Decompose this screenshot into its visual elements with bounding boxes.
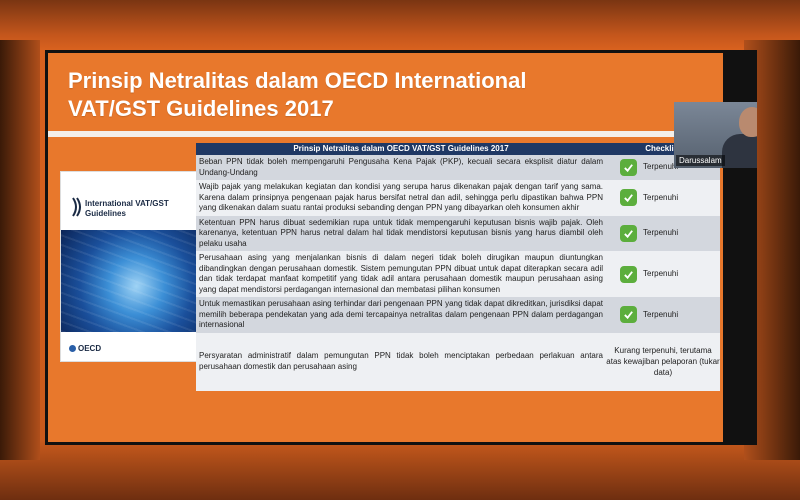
zoom-meeting-window: Prinsip Netralitas dalam OECD Internatio… — [45, 50, 757, 445]
participant-video-body — [722, 134, 757, 168]
checklist-cell: Terpenuhi — [606, 297, 720, 333]
status-text: Terpenuhi — [643, 162, 679, 172]
zoom-watermark: zoom — [657, 444, 727, 445]
check-icon — [620, 224, 637, 242]
status-text: Terpenuhi — [643, 192, 679, 202]
slide-title-line-2: VAT/GST Guidelines 2017 — [68, 96, 334, 121]
principles-table: Prinsip Netralitas dalam OECD VAT/GST Gu… — [196, 143, 720, 391]
status-text: Terpenuhi — [643, 309, 679, 319]
status-text: Terpenuhi — [643, 268, 679, 278]
book-publisher: OECD — [69, 344, 101, 353]
table-row: Persyaratan administratif dalam pemungut… — [196, 332, 720, 391]
principle-text: Perusahaan asing yang menjalankan bisnis… — [199, 253, 603, 294]
table-row: Untuk memastikan perusahaan asing terhin… — [196, 297, 720, 333]
principle-text: Beban PPN tidak boleh mempengaruhi Pengu… — [199, 157, 603, 177]
participant-name: Darussalam — [676, 155, 725, 166]
oecd-dot-icon — [69, 345, 76, 353]
title-divider — [48, 131, 723, 137]
checklist-cell: Terpenuhi — [606, 251, 720, 297]
table-header: Prinsip Netralitas dalam OECD VAT/GST Gu… — [196, 143, 720, 155]
checklist-cell: Terpenuhi — [606, 180, 720, 216]
oecd-logo-icon — [72, 197, 81, 217]
globe-image — [61, 230, 198, 332]
table-row: Ketentuan PPN harus dibuat sedemikian ru… — [196, 215, 720, 252]
principle-text: Ketentuan PPN harus dibuat sedemikian ru… — [199, 217, 603, 248]
slide-title-line-1: Prinsip Netralitas dalam OECD Internatio… — [68, 68, 527, 93]
publisher-label: OECD — [78, 344, 102, 353]
table-row: Wajib pajak yang melakukan kegiatan dan … — [196, 180, 720, 216]
check-icon — [620, 265, 637, 283]
participant-video-head — [739, 107, 757, 137]
table-row: Beban PPN tidak boleh mempengaruhi Pengu… — [196, 155, 720, 180]
status-text: Terpenuhi — [643, 228, 679, 237]
checklist-cell: Terpenuhi — [606, 216, 720, 252]
header-principle: Prinsip Netralitas dalam OECD VAT/GST Gu… — [293, 144, 509, 153]
principle-text: Wajib pajak yang melakukan kegiatan dan … — [199, 182, 603, 212]
background-left-edge — [0, 40, 40, 460]
principle-text: Persyaratan administratif dalam pemungut… — [199, 351, 603, 371]
check-icon — [620, 159, 637, 176]
principle-text: Untuk memastikan perusahaan asing terhin… — [199, 299, 603, 329]
table-row: Perusahaan asing yang menjalankan bisnis… — [196, 251, 720, 297]
check-icon — [620, 189, 637, 207]
shared-slide: Prinsip Netralitas dalam OECD Internatio… — [48, 53, 723, 442]
slide-title: Prinsip Netralitas dalam OECD Internatio… — [68, 67, 628, 123]
check-icon — [620, 306, 637, 324]
book-title: International VAT/GST Guidelines — [85, 199, 169, 218]
book-cover-image: International VAT/GST Guidelines OECD — [60, 171, 198, 362]
participant-video-tile[interactable]: Darussalam — [674, 102, 757, 168]
checklist-cell-note: Kurang terpenuhi, terutama atas kewajiba… — [606, 346, 720, 377]
